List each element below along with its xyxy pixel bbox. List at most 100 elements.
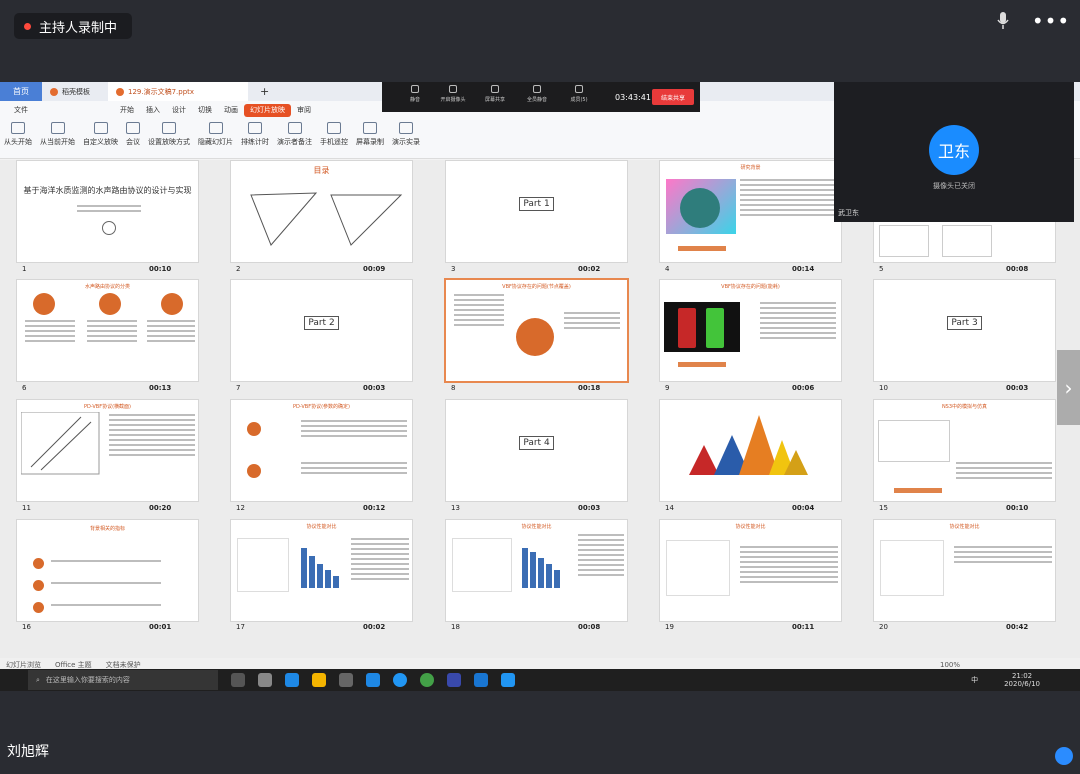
play-icon [11,122,25,134]
wechat-icon[interactable] [420,673,434,687]
slide-thumbnail[interactable]: 背景相关的指标 [16,519,199,622]
status-theme: Office 主题 [55,660,92,669]
mute-all-button[interactable]: 全员静音 [520,85,554,103]
meeting-app-icon[interactable] [447,673,461,687]
menu-review[interactable]: 审阅 [291,105,317,115]
slide-thumbnail[interactable]: NS3中的模拟与仿真 [873,399,1056,502]
slide-sorter-grid: 基于海洋水质监测的水声路由协议的设计与实现 目录 Part 1 研究背景 1 0… [0,160,1080,658]
slide-thumbnail-selected[interactable]: VBF协议存在的问题(节点覆盖) [444,278,629,383]
participant-video-tile[interactable]: 卫东 摄像头已关闭 武卫东 [834,82,1074,222]
folder-icon[interactable] [312,673,326,687]
menu-slideshow[interactable]: 幻灯片放映 [244,103,291,117]
ribbon-custom-show[interactable]: 自定义放映 [83,119,118,147]
ribbon-from-current[interactable]: 从当前开始 [40,119,75,147]
slide-thumbnail[interactable] [659,399,842,502]
menu-insert[interactable]: 插入 [140,105,166,115]
tab-file[interactable]: 129.演示文稿7.pptx [108,82,248,101]
avatar: 卫东 [929,125,979,175]
members-icon [575,85,583,93]
slide-thumbnail[interactable]: 协议性能对比 [445,519,628,622]
more-icon[interactable]: ••• [1032,8,1069,34]
slide-thumbnail[interactable]: PD-VBF协议(参数的确定) [230,399,413,502]
slide-thumbnail[interactable]: PD-VBF协议(横截面) [16,399,199,502]
ribbon-phone-remote[interactable]: 手机遥控 [320,119,348,147]
menu-home[interactable]: 开始 [114,105,140,115]
status-view: 幻灯片浏览 [6,660,41,669]
ribbon-presenter-notes[interactable]: 演示者备注 [277,119,312,147]
ribbon-setup-show[interactable]: 设置放映方式 [148,119,190,147]
menu-animation[interactable]: 动画 [218,105,244,115]
slide-thumbnail[interactable]: 协议性能对比 [659,519,842,622]
camera-status: 摄像头已关闭 [933,182,975,190]
browser-icon[interactable] [393,673,407,687]
zoom-level[interactable]: 100% [940,661,960,669]
timer-icon [248,122,262,134]
menu-file[interactable]: 文件 [8,105,34,115]
tab-template[interactable]: 稻壳模板 [42,82,104,101]
presenter-name: 刘旭辉 [7,744,49,760]
recording-label: 主持人录制中 [39,20,118,36]
menu-design[interactable]: 设计 [166,105,192,115]
ribbon-live-record[interactable]: 演示实录 [392,119,420,147]
edge-icon[interactable] [285,673,299,687]
slide-thumbnail[interactable]: 目录 [230,160,413,263]
microphone-icon[interactable] [990,8,1016,34]
clock[interactable]: 21:02 2020/6/10 [1004,672,1040,688]
hide-slide-icon [208,122,223,134]
play-current-icon [50,122,65,134]
slide-thumbnail[interactable]: Part 1 [445,160,628,263]
mail-icon[interactable] [366,673,380,687]
notes-icon [287,122,302,134]
chat-icon[interactable] [1055,747,1073,765]
meeting-float-toolbar: 静音 开启摄像头 屏幕共享 全员静音 成员(5) 03:43:41 结束共享 [382,82,700,112]
microphone-icon [411,85,419,93]
slide-thumbnail[interactable]: Part 3 [873,279,1056,382]
store-icon[interactable] [339,673,353,687]
custom-show-icon [93,122,108,134]
slide-thumbnail[interactable]: 研究背景 [659,160,842,263]
camera-button[interactable]: 开启摄像头 [436,85,470,103]
app-blue2-icon[interactable] [501,673,515,687]
ribbon-screen-record[interactable]: 屏幕录制 [356,119,384,147]
slide-thumbnail[interactable]: 水声路由协议的分类 [16,279,199,382]
slide-thumbnail[interactable]: 基于海洋水质监测的水声路由协议的设计与实现 [16,160,199,263]
ribbon-rehearse[interactable]: 排练计时 [241,119,269,147]
slide-thumbnail[interactable]: Part 2 [230,279,413,382]
slide-thumbnail[interactable]: Part 4 [445,399,628,502]
taskbar-search[interactable]: ⌕ 在这里输入你要搜索的内容 [28,670,218,690]
add-tab-button[interactable]: + [252,82,272,101]
recording-indicator: 主持人录制中 [14,13,132,39]
slide-thumbnail[interactable]: VBF协议存在的问题(能耗) [659,279,842,382]
mute-button[interactable]: 静音 [398,85,432,103]
slide-thumbnail[interactable]: 协议性能对比 [873,519,1056,622]
next-page-arrow-icon[interactable]: › [1057,350,1080,425]
camera-icon [399,122,413,134]
share-icon [491,85,499,93]
record-icon [363,122,377,134]
search-icon: ⌕ [36,675,40,684]
participant-name: 武卫东 [838,209,859,217]
ribbon-meeting[interactable]: 会议 [126,119,140,147]
camera-icon [449,85,457,93]
app-blue-icon[interactable] [474,673,488,687]
slide-thumbnail[interactable]: 协议性能对比 [230,519,413,622]
mute-all-icon [533,85,541,93]
phone-icon [327,122,341,134]
windows-taskbar: ⌕ 在这里输入你要搜索的内容 中 21:02 2020/6/10 [0,669,1080,691]
ribbon-hide-slide[interactable]: 隐藏幻灯片 [198,119,233,147]
ribbon-from-start[interactable]: 从头开始 [4,119,32,147]
end-share-button[interactable]: 结束共享 [652,89,694,105]
docer-icon [50,87,58,96]
meeting-timer: 03:43:41 [615,93,651,102]
members-button[interactable]: 成员(5) [562,85,596,103]
setup-icon [162,122,176,134]
tab-home[interactable]: 首页 [0,82,42,101]
share-screen-button[interactable]: 屏幕共享 [478,85,512,103]
ime-indicator[interactable]: 中 [971,675,978,685]
app-icon[interactable] [258,673,272,687]
menu-transition[interactable]: 切换 [192,105,218,115]
meeting-icon [126,122,140,134]
ppt-file-icon [116,87,124,96]
recording-dot-icon [24,22,31,30]
task-view-icon[interactable] [231,673,245,687]
